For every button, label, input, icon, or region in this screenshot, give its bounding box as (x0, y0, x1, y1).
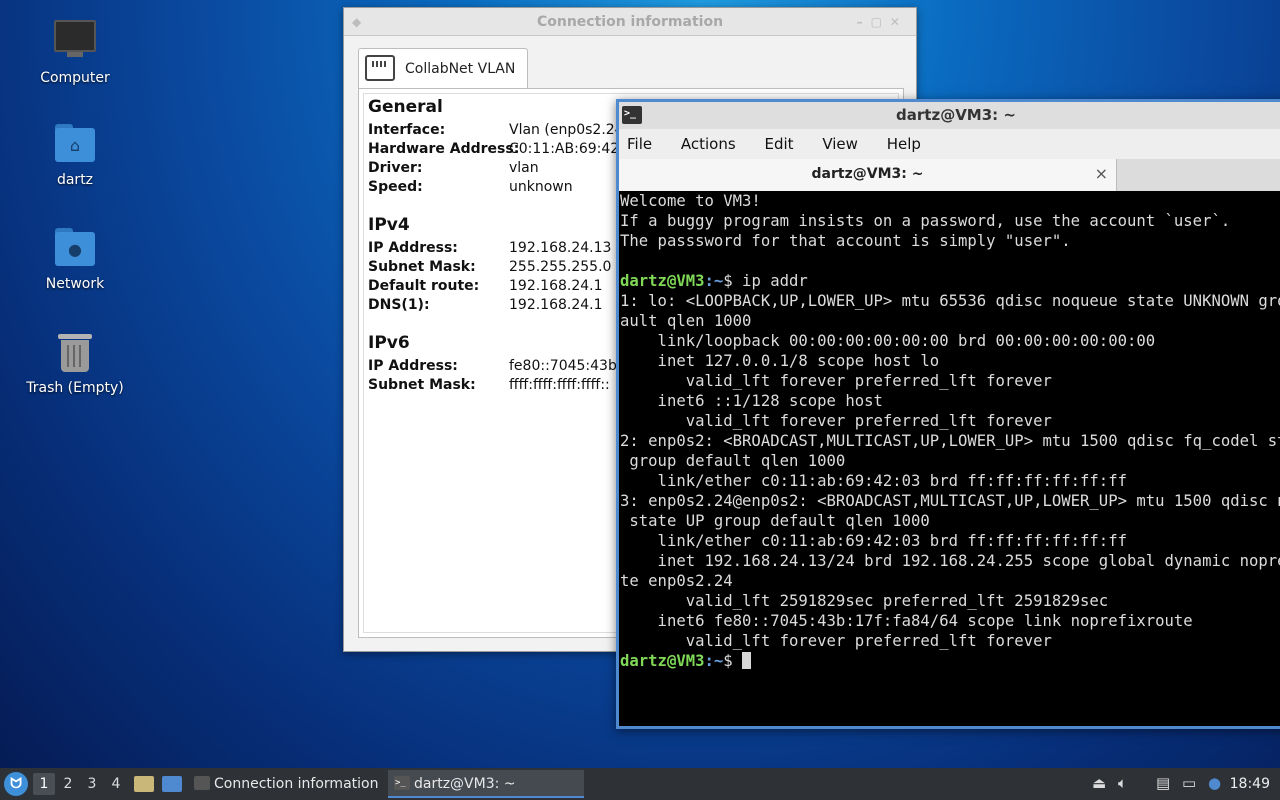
home-folder-icon: ⌂ (53, 122, 97, 166)
prompt-command: $ ip addr (723, 272, 808, 290)
menu-help[interactable]: Help (887, 135, 921, 153)
terminal-line: link/ether c0:11:ab:69:42:03 brd ff:ff:f… (620, 472, 1127, 490)
prompt-command: $ (723, 652, 743, 670)
window-controls[interactable]: –▢✕ (857, 8, 908, 36)
terminal-line: state UP group default qlen 1000 (620, 512, 930, 530)
window-app-icon: ◆ (352, 15, 362, 29)
taskbar-task-connection-info[interactable]: Connection information (188, 770, 386, 798)
notification-icon[interactable]: ● (1208, 774, 1221, 792)
prompt-path: :~ (704, 652, 724, 670)
terminal-line: valid_lft 2591829sec preferred_lft 25918… (620, 592, 1109, 610)
terminal-line: Welcome to VM3! (620, 192, 761, 210)
workspace-4[interactable]: 4 (105, 773, 127, 795)
section-heading-general: General (368, 97, 443, 117)
terminal-tabbar: dartz@VM3: ~ × (619, 159, 1280, 191)
task-label: Connection information (214, 776, 379, 792)
network-folder-icon: ● (53, 226, 97, 270)
menu-file[interactable]: File (627, 135, 652, 153)
ethernet-port-icon (365, 55, 395, 81)
clipboard-icon[interactable]: ▤ (1156, 774, 1170, 792)
terminal-window: >_ dartz@VM3: ~ File Actions Edit View H… (616, 99, 1280, 729)
info-row: Interface: Vlan (enp0s2.24) (368, 122, 630, 138)
terminal-line: The passsword for that account is simply… (620, 232, 1071, 250)
section-heading-ipv4: IPv4 (368, 215, 410, 235)
terminal-line: te enp0s2.24 (620, 572, 733, 590)
eject-icon[interactable]: ⏏ (1092, 774, 1106, 792)
info-row: DNS(1): 192.168.24.1 (368, 297, 603, 313)
menu-edit[interactable]: Edit (764, 135, 793, 153)
network-status-icon[interactable]: ▭ (1182, 774, 1196, 792)
info-row: Speed: unknown (368, 179, 573, 195)
terminal-prompt-line: dartz@VM3:~$ ip addr (620, 271, 1280, 291)
terminal-titlebar[interactable]: >_ dartz@VM3: ~ (619, 102, 1280, 129)
terminal-line: valid_lft forever preferred_lft forever (620, 372, 1052, 390)
menu-actions[interactable]: Actions (681, 135, 736, 153)
terminal-line: 1: lo: <LOOPBACK,UP,LOWER_UP> mtu 65536 … (620, 292, 1280, 310)
tab-label: CollabNet VLAN (405, 61, 516, 77)
volume-icon[interactable]: 🔈︎ (1118, 774, 1127, 792)
terminal-line: link/ether c0:11:ab:69:42:03 brd ff:ff:f… (620, 532, 1127, 550)
terminal-prompt-line: dartz@VM3:~$ (620, 651, 1280, 671)
terminal-app-icon: >_ (622, 106, 642, 124)
desktop-icon-home-folder[interactable]: ⌂ dartz (20, 122, 130, 188)
info-row: Subnet Mask: ffff:ffff:ffff:ffff:: (368, 377, 610, 393)
terminal-app-icon: >_ (394, 776, 410, 790)
terminal-tab[interactable]: dartz@VM3: ~ × (619, 159, 1117, 191)
terminal-line: If a buggy program insists on a password… (620, 212, 1231, 230)
desktop-icon-label: Computer (40, 70, 110, 86)
info-row: Default route: 192.168.24.1 (368, 278, 603, 294)
desktop-icon-label: Network (45, 276, 105, 292)
computer-icon (53, 20, 97, 64)
terminal-line: inet 192.168.24.13/24 brd 192.168.24.255… (620, 552, 1280, 570)
workspace-2[interactable]: 2 (57, 773, 79, 795)
terminal-line: valid_lft forever preferred_lft forever (620, 412, 1052, 430)
terminal-line: valid_lft forever preferred_lft forever (620, 632, 1052, 650)
taskbar: ᗢ 1 2 3 4 Connection information >_ dart… (0, 768, 1280, 800)
tab-collabnet-vlan[interactable]: CollabNet VLAN (358, 48, 528, 88)
show-desktop-icon[interactable] (162, 776, 182, 792)
terminal-line: inet6 fe80::7045:43b:17f:fa84/64 scope l… (620, 612, 1193, 630)
prompt-user: dartz@VM3 (620, 652, 705, 670)
desktop-icon-computer[interactable]: Computer (20, 16, 130, 86)
terminal-line: 3: enp0s2.24@enp0s2: <BROADCAST,MULTICAS… (620, 492, 1280, 510)
terminal-line: link/loopback 00:00:00:00:00:00 brd 00:0… (620, 332, 1156, 350)
desktop-icon-label: dartz (56, 172, 94, 188)
prompt-user: dartz@VM3 (620, 272, 705, 290)
close-tab-icon[interactable]: × (1095, 159, 1108, 189)
workspace-3[interactable]: 3 (81, 773, 103, 795)
desktop-icon-trash[interactable]: Trash (Empty) (20, 330, 130, 396)
terminal-line: ault qlen 1000 (620, 312, 752, 330)
workspace-1[interactable]: 1 (33, 773, 55, 795)
section-heading-ipv6: IPv6 (368, 333, 410, 353)
menu-view[interactable]: View (822, 135, 858, 153)
start-menu-icon[interactable]: ᗢ (4, 772, 28, 796)
terminal-line: inet6 ::1/128 scope host (620, 392, 883, 410)
terminal-line: 2: enp0s2: <BROADCAST,MULTICAST,UP,LOWER… (620, 432, 1280, 450)
task-label: dartz@VM3: ~ (414, 776, 516, 792)
terminal-output[interactable]: Welcome to VM3! If a buggy program insist… (619, 191, 1280, 726)
clock[interactable]: 18:49 (1230, 768, 1270, 800)
prompt-path: :~ (704, 272, 724, 290)
trash-icon (53, 330, 97, 374)
file-manager-launcher-icon[interactable] (134, 776, 154, 792)
desktop-icon-network[interactable]: ● Network (20, 226, 130, 292)
terminal-line: inet 127.0.0.1/8 scope host lo (620, 352, 940, 370)
terminal-tab-label: dartz@VM3: ~ (811, 166, 924, 182)
window-title: dartz@VM3: ~ (896, 106, 1016, 124)
info-row: Hardware Address:C0:11:AB:69:42:03 (368, 141, 642, 157)
taskbar-task-terminal[interactable]: >_ dartz@VM3: ~ (388, 770, 584, 798)
desktop-icon-label: Trash (Empty) (26, 380, 124, 396)
network-app-icon (194, 776, 210, 790)
info-row: Subnet Mask: 255.255.255.0 (368, 259, 612, 275)
info-row: IP Address: 192.168.24.13 (368, 240, 612, 256)
terminal-menubar: File Actions Edit View Help (619, 129, 1280, 159)
terminal-line: group default qlen 1000 (620, 452, 846, 470)
connection-info-titlebar[interactable]: ◆ Connection information –▢✕ (344, 8, 916, 36)
text-cursor (742, 652, 752, 669)
window-title: Connection information (536, 14, 724, 30)
info-row: Driver: vlan (368, 160, 539, 176)
